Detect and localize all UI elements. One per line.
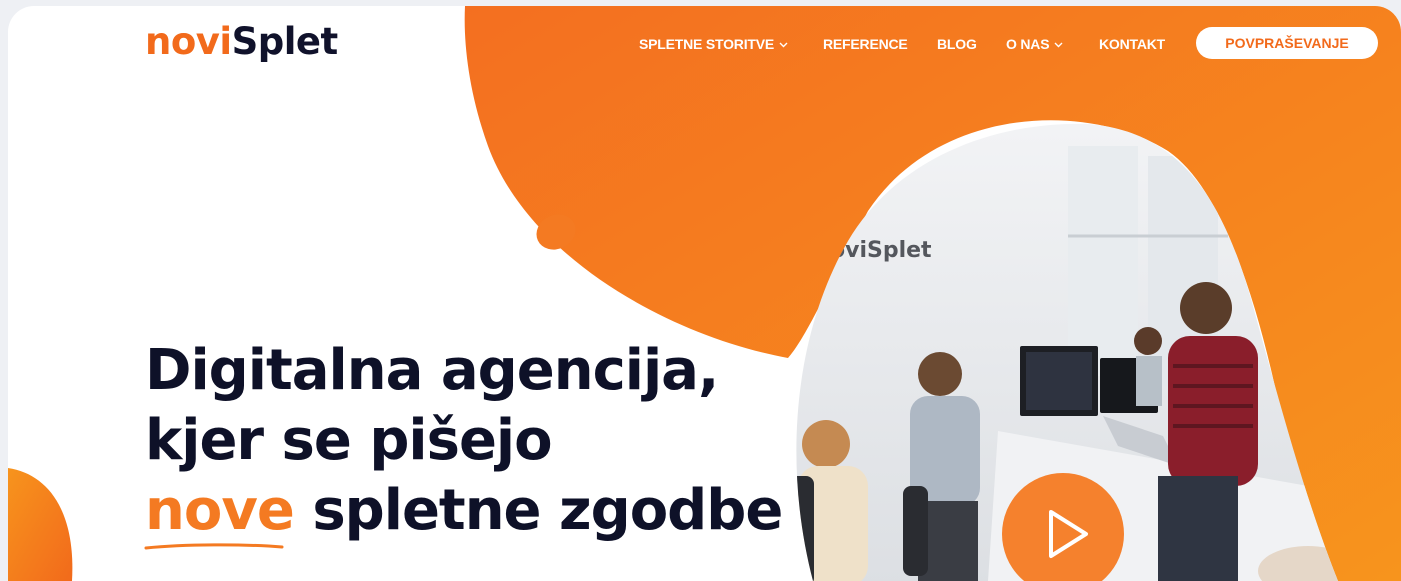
- headline-line-3-rest: spletne zgodbe: [293, 478, 783, 543]
- nav-label: KONTAKT: [1099, 36, 1165, 52]
- nav-label: REFERENCE: [823, 36, 908, 52]
- headline-line-2: kjer se pišejo: [145, 408, 553, 473]
- hero-headline: Digitalna agencija, kjer se pišejo nove …: [145, 336, 783, 546]
- headline-line-1: Digitalna agencija,: [145, 338, 719, 403]
- chevron-down-icon: [779, 42, 788, 48]
- nav-item-reference[interactable]: REFERENCE: [823, 36, 908, 52]
- nav-item-blog[interactable]: BLOG: [937, 36, 977, 52]
- nav-label: O NAS: [1006, 36, 1050, 52]
- nav-item-spletne-storitve[interactable]: SPLETNE STORITVE: [639, 36, 788, 52]
- photo-wall-sign: oviSplet: [830, 238, 932, 263]
- nav-label: SPLETNE STORITVE: [639, 36, 775, 52]
- nav-label: BLOG: [937, 36, 977, 52]
- headline-line-3: nove spletne zgodbe: [145, 476, 783, 546]
- headline-highlight: nove: [145, 478, 295, 543]
- povprasevanje-button[interactable]: POVPRAŠEVANJE: [1196, 27, 1378, 59]
- chevron-down-icon: [1054, 42, 1063, 48]
- page-frame: oviSplet noviSplet SPLETNE STORITVE REFE…: [8, 6, 1401, 581]
- nav-item-o-nas[interactable]: O NAS: [1006, 36, 1063, 52]
- main-navigation: SPLETNE STORITVE REFERENCE BLOG O NAS KO…: [8, 36, 1401, 56]
- nav-item-kontakt[interactable]: KONTAKT: [1099, 36, 1165, 52]
- headline-underline: [144, 543, 284, 550]
